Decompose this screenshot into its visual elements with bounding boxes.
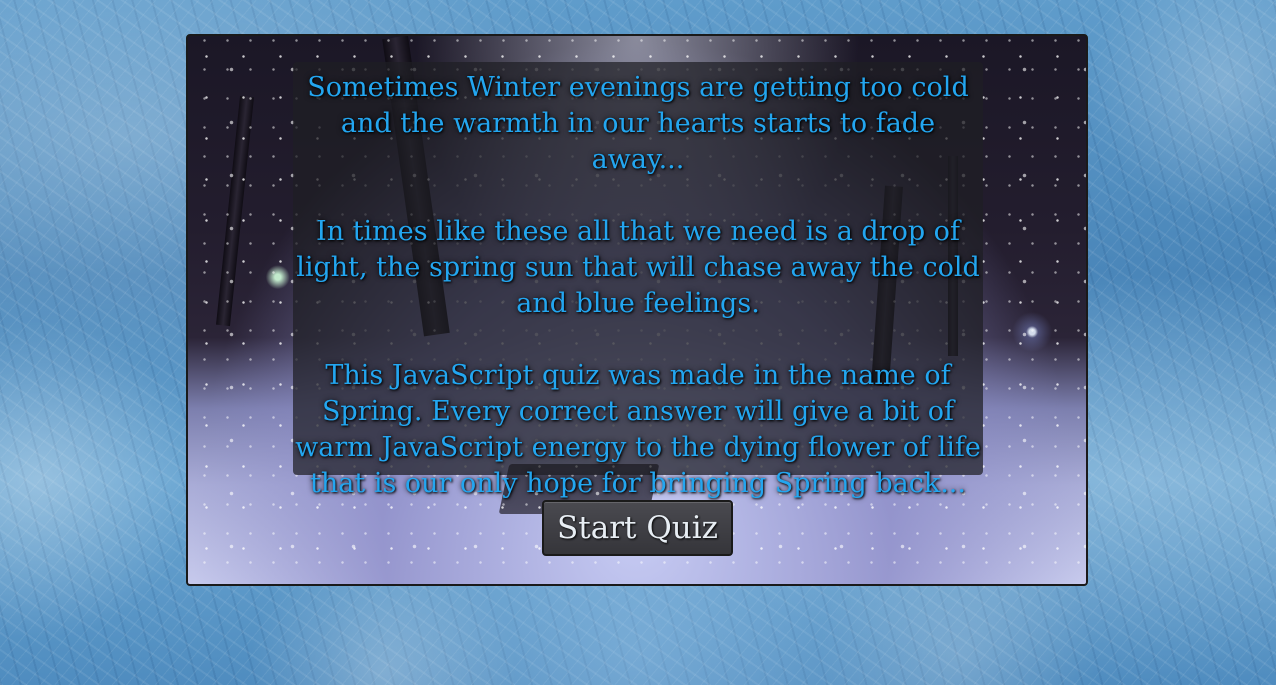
intro-text: Sometimes Winter evenings are getting to…	[293, 70, 983, 502]
intro-paragraph-1: Sometimes Winter evenings are getting to…	[307, 72, 969, 175]
start-quiz-button[interactable]: Start Quiz	[542, 500, 733, 556]
intro-paragraph-3: This JavaScript quiz was made in the nam…	[295, 360, 981, 499]
intro-paragraph-2: In times like these all that we need is …	[296, 216, 980, 319]
